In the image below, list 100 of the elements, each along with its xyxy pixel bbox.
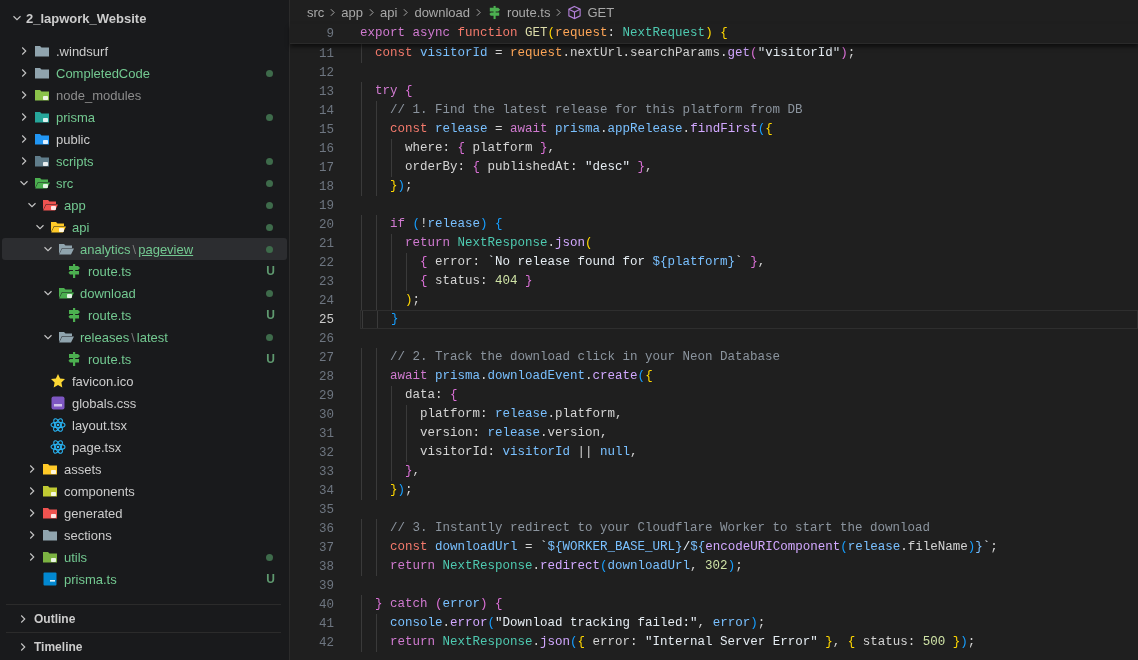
tree-item[interactable]: scripts — [2, 150, 287, 172]
project-header[interactable]: 2_lapwork_Website — [0, 7, 289, 29]
breadcrumb-item[interactable]: app — [341, 4, 364, 20]
code-line: return NextResponse.json({ error: "Internal Server Error" }, { status: 500 }); — [360, 633, 1138, 652]
breadcrumb-item[interactable]: download — [414, 4, 471, 20]
folder-icon — [34, 153, 50, 169]
code-line: // 2. Track the download click in your Neon Database — [360, 348, 1138, 367]
folder-icon — [34, 87, 50, 103]
breadcrumb-item[interactable]: GET — [587, 4, 615, 20]
breadcrumb-item[interactable]: src — [307, 4, 325, 20]
folder-icon — [42, 527, 58, 543]
folder-icon — [50, 219, 66, 235]
tree-item[interactable]: api — [2, 216, 287, 238]
folder-icon — [34, 65, 50, 81]
folder-icon — [58, 329, 74, 345]
line-number: 29 — [318, 388, 334, 403]
line-number: 38 — [318, 559, 334, 574]
code-line: { status: 404 } — [360, 272, 1138, 291]
line-number: 19 — [318, 198, 334, 213]
panel-header[interactable]: Outline — [6, 604, 281, 632]
tree-item[interactable]: src — [2, 172, 287, 194]
code-line: ); — [360, 291, 1138, 310]
line-number: 28 — [318, 369, 334, 384]
code-line: { error: `No release found for ${platform}` }, — [360, 253, 1138, 272]
file-icon — [42, 571, 58, 587]
line-number: 24 — [318, 293, 334, 308]
signpost-icon — [66, 263, 82, 279]
tree-item[interactable]: generated — [2, 502, 287, 524]
git-status: U — [266, 352, 275, 366]
code-line: }); — [360, 177, 1138, 196]
line-number: 36 — [318, 521, 334, 536]
tree-item[interactable]: prisma.ts U — [2, 568, 287, 590]
folder-icon — [34, 109, 50, 125]
panel-header[interactable]: Timeline — [6, 632, 281, 660]
line-number: 33 — [318, 464, 334, 479]
line-number: 31 — [318, 426, 334, 441]
star-icon — [50, 373, 66, 389]
tree-item[interactable]: route.ts U — [2, 304, 287, 326]
line-number: 35 — [318, 502, 334, 517]
tree-item[interactable]: favicon.ico — [2, 370, 287, 392]
folder-icon — [42, 549, 58, 565]
line-number: 17 — [318, 160, 334, 175]
atom-icon — [50, 439, 66, 455]
tree-item[interactable]: assets — [2, 458, 287, 480]
code-line: try { — [360, 82, 1138, 101]
breadcrumb-item[interactable]: route.ts — [507, 4, 551, 20]
code-line: orderBy: { publishedAt: "desc" }, — [360, 158, 1138, 177]
code-line: return NextResponse.redirect(downloadUrl, 302); — [360, 557, 1138, 576]
code-line: // 3. Instantly redirect to your Cloudflare Worker to start the download — [360, 519, 1138, 538]
line-number: 40 — [318, 597, 334, 612]
line-number: 15 — [318, 122, 334, 137]
tree-item[interactable]: .windsurf — [2, 40, 287, 62]
tree-item[interactable]: download — [2, 282, 287, 304]
folder-icon — [58, 241, 74, 257]
code-line: if (!release) { — [360, 215, 1138, 234]
code-line: platform: release.platform, — [360, 405, 1138, 424]
tree-item[interactable]: route.ts U — [2, 348, 287, 370]
line-number: 27 — [318, 350, 334, 365]
tree-item[interactable]: analytics\pageview — [2, 238, 287, 260]
git-status: U — [266, 308, 275, 322]
code-line: const visitorId = request.nextUrl.searchParams.get("visitorId"); — [360, 44, 1138, 63]
signpost-icon — [66, 307, 82, 323]
tree-item[interactable]: sections — [2, 524, 287, 546]
tree-item[interactable]: layout.tsx — [2, 414, 287, 436]
cube-icon — [567, 4, 583, 20]
line-number: 12 — [318, 65, 334, 80]
tree-item[interactable]: app — [2, 194, 287, 216]
folder-icon — [34, 131, 50, 147]
tree-item[interactable]: node_modules — [2, 84, 287, 106]
folder-icon — [42, 197, 58, 213]
code-line: const downloadUrl = `${WORKER_BASE_URL}/${encodeURIComponent(release.fileName)}`; — [360, 538, 1138, 557]
code-line: } catch (error) { — [360, 595, 1138, 614]
breadcrumb-item[interactable]: api — [380, 4, 398, 20]
code-line: await prisma.downloadEvent.create({ — [360, 367, 1138, 386]
tree-item[interactable]: prisma — [2, 106, 287, 128]
tree-item[interactable]: page.tsx — [2, 436, 287, 458]
folder-icon — [58, 285, 74, 301]
tree-item[interactable]: CompletedCode — [2, 62, 287, 84]
folder-icon — [42, 483, 58, 499]
line-number: 34 — [318, 483, 334, 498]
code-line: return NextResponse.json( — [360, 234, 1138, 253]
code-line: export async function GET(request: NextRequest) { — [360, 25, 729, 42]
code-line: }); — [360, 481, 1138, 500]
tree-item[interactable]: public — [2, 128, 287, 150]
tree-item[interactable]: route.ts U — [2, 260, 287, 282]
line-number: 25 — [318, 312, 334, 327]
code-line: data: { — [360, 386, 1138, 405]
code-line: where: { platform }, — [360, 139, 1138, 158]
folder-icon — [42, 505, 58, 521]
atom-icon — [50, 417, 66, 433]
line-number: 14 — [318, 103, 334, 118]
tree-item[interactable]: components — [2, 480, 287, 502]
tree-item[interactable]: globals.css — [2, 392, 287, 414]
signpost-icon — [487, 4, 503, 20]
line-number: 30 — [318, 407, 334, 422]
tree-item[interactable]: utils — [2, 546, 287, 568]
git-status: U — [266, 572, 275, 586]
code-line: visitorId: visitorId || null, — [360, 443, 1138, 462]
tree-item[interactable]: releases\latest — [2, 326, 287, 348]
folder-icon — [34, 175, 50, 191]
